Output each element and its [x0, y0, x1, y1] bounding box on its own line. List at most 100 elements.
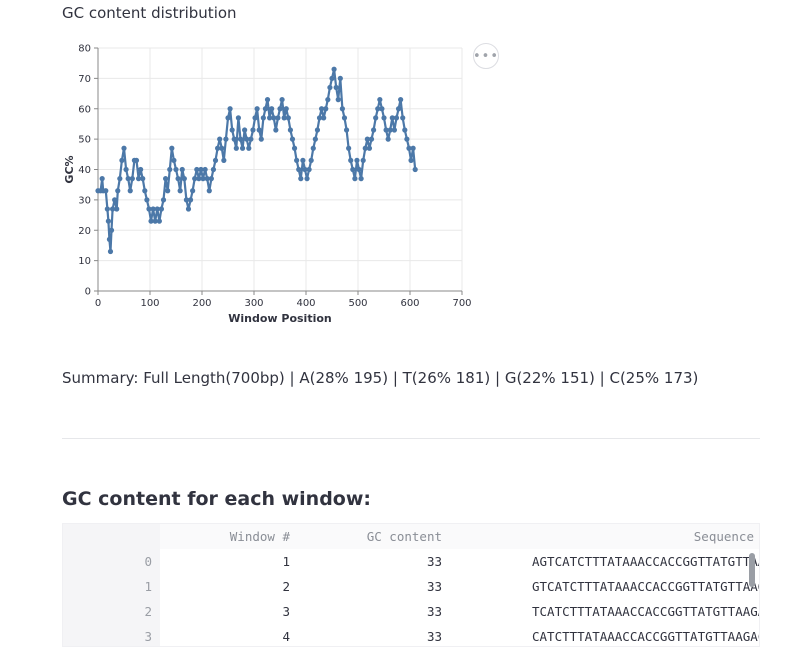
gc-data-point — [381, 115, 387, 121]
gc-data-point — [410, 145, 416, 151]
gc-data-point — [283, 106, 289, 112]
gc-data-point — [296, 166, 302, 173]
gc-data-point — [117, 176, 123, 182]
gc-data-point — [256, 127, 262, 133]
gc-series-line — [98, 69, 417, 252]
column-header-gc[interactable]: GC content — [298, 524, 450, 549]
chart-menu-button[interactable]: ••• — [473, 43, 499, 69]
gc-data-point — [156, 218, 162, 224]
table-scrollbar[interactable] — [749, 553, 755, 587]
gc-data-point — [104, 206, 110, 212]
gc-data-point — [225, 115, 231, 121]
gc-data-point — [105, 218, 111, 224]
y-tick-label: 80 — [78, 44, 91, 55]
gc-data-point — [323, 106, 329, 112]
gc-data-point — [181, 176, 187, 182]
gc-data-point — [262, 106, 269, 112]
gc-data-point — [235, 115, 241, 121]
gc-data-point — [246, 145, 252, 151]
gc-data-point — [99, 176, 105, 182]
gc-data-point — [187, 197, 194, 203]
gc-data-point — [171, 157, 177, 163]
gc-data-point — [217, 136, 223, 142]
gc-data-point — [373, 115, 379, 121]
gc-data-point — [377, 97, 383, 103]
gc-data-point — [291, 145, 298, 151]
gc-data-point — [115, 188, 121, 194]
cell-gc: 33 — [426, 629, 442, 644]
x-axis-title: Window Position — [228, 312, 332, 325]
column-header-window[interactable]: Window # — [160, 524, 298, 549]
gc-data-point — [264, 97, 271, 103]
gc-data-point — [306, 166, 312, 173]
gc-data-point — [103, 188, 109, 194]
gc-chart: 0 10 20 30 40 50 60 70 80 0 100 200 300 400 500 600 700 W… — [62, 36, 502, 328]
table-row[interactable]: 1 2 33 GTCATCTTTATAAACCACCGGTTATGTTAAGAC… — [63, 574, 759, 599]
cell-gc: 33 — [426, 554, 442, 569]
gc-data-point — [142, 188, 148, 194]
gc-data-point — [308, 157, 314, 163]
chart-caption: GC content distribution — [62, 4, 237, 22]
gc-data-point — [366, 145, 373, 151]
gc-data-point — [275, 115, 281, 121]
gc-data-point — [404, 136, 410, 142]
gc-data-point — [129, 176, 135, 182]
gc-data-point — [185, 206, 192, 212]
row-index: 2 — [63, 599, 160, 624]
gc-data-point — [175, 176, 181, 182]
gc-data-point — [294, 157, 300, 163]
gc-data-point — [341, 115, 348, 121]
y-axis-title: GC% — [63, 155, 76, 183]
cell-window: 2 — [282, 579, 290, 594]
gc-data-point — [212, 157, 219, 163]
column-header-sequence[interactable]: Sequence — [450, 524, 759, 549]
table-row[interactable]: 0 1 33 AGTCATCTTTATAAACCACCGGTTATGTTAAGA… — [63, 549, 759, 574]
gc-data-point — [167, 166, 173, 173]
column-header-index[interactable] — [63, 524, 160, 549]
x-tick-label: 0 — [95, 298, 101, 309]
gc-data-point — [219, 145, 225, 151]
y-tick-label: 60 — [78, 104, 91, 115]
gc-data-point — [343, 127, 350, 133]
gc-data-point — [368, 136, 375, 142]
table-row[interactable]: 3 4 33 CATCTTTATAAACCACCGGTTATGTTAAGACCA… — [63, 624, 759, 646]
gc-data-point — [127, 188, 133, 194]
table-row[interactable]: 2 3 33 TCATCTTTATAAACCACCGGTTATGTTAAGACC… — [63, 599, 759, 624]
gc-data-point — [206, 188, 212, 194]
gc-data-point — [144, 197, 150, 203]
cell-gc: 33 — [426, 604, 442, 619]
gc-data-point — [123, 166, 129, 173]
x-tick-label: 200 — [192, 298, 211, 309]
gc-data-point — [158, 206, 165, 212]
gc-data-point — [277, 106, 283, 112]
x-tick-label: 100 — [140, 298, 159, 309]
gc-data-point — [258, 136, 264, 142]
gc-data-point — [331, 66, 337, 72]
gc-data-point — [285, 115, 291, 121]
gc-data-point — [371, 127, 377, 133]
gc-data-point — [400, 115, 406, 121]
row-index: 1 — [63, 574, 160, 599]
gc-table[interactable]: Window # GC content Sequence 0 1 33 AGTC… — [62, 523, 760, 647]
gc-data-point — [327, 84, 333, 91]
gc-data-point — [304, 176, 310, 182]
gc-data-point — [346, 145, 352, 151]
gc-data-point — [273, 127, 279, 133]
gc-data-point — [287, 127, 293, 133]
gc-data-point — [163, 176, 169, 182]
cell-sequence: CATCTTTATAAACCACCGGTTATGTTAAGACCAG — [532, 629, 759, 644]
gc-data-point — [252, 115, 258, 121]
gc-data-point — [233, 145, 239, 151]
gc-data-point — [412, 166, 418, 173]
gc-data-point — [210, 166, 217, 173]
gc-data-point — [108, 227, 115, 233]
gc-data-point — [229, 127, 235, 133]
gc-data-point — [300, 157, 306, 163]
cell-gc: 33 — [426, 579, 442, 594]
y-tick-label: 20 — [78, 226, 91, 237]
gc-data-point — [227, 106, 233, 112]
chart-svg: 0 10 20 30 40 50 60 70 80 0 100 200 300 400 500 600 700 W… — [63, 44, 472, 326]
gc-data-point — [242, 127, 248, 133]
gc-data-point — [114, 206, 120, 212]
gc-data-point — [329, 75, 335, 81]
